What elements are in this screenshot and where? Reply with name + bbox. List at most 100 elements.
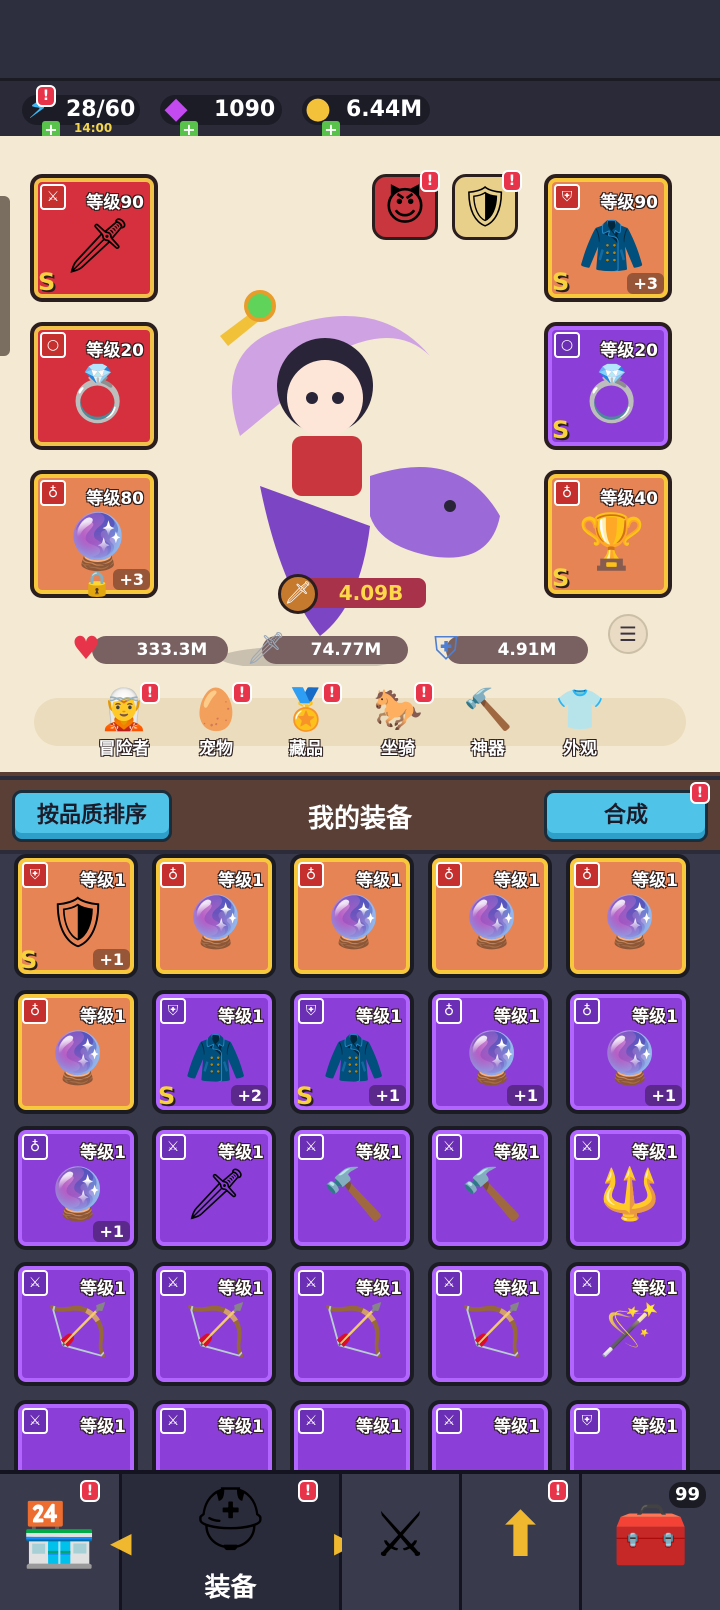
enhance-count: +1 [369, 1085, 406, 1106]
inventory-item[interactable]: ⚔ 等级1 🔨 [428, 1126, 552, 1250]
equip-slot-weapon[interactable]: ⚔ 等级90 🗡 S [30, 174, 158, 302]
inventory-item[interactable]: ⚔ 等级1 🔱 [566, 1126, 690, 1250]
attack-value: 74.77M [310, 640, 382, 660]
energy-value: 28/60 [66, 97, 136, 122]
upgrade-arrow-icon: ⬆ [494, 1498, 547, 1571]
coin-value: 6.44M [346, 97, 423, 122]
item-level: 等级1 [632, 1007, 678, 1027]
inventory-item[interactable]: ⚔ 等级1 [290, 1400, 414, 1474]
inventory-item[interactable]: ⚔ 等级1 🏹 [428, 1262, 552, 1386]
trinket-type-icon: ♁ [554, 480, 580, 506]
ring-icon: 💍 [578, 362, 646, 425]
item-type-icon: ⚔ [160, 1134, 186, 1160]
crossbow-icon: 🏹 [46, 1300, 110, 1359]
tab-battle[interactable]: ⚔ [342, 1474, 462, 1610]
energy-counter[interactable]: ⚡ + 28/60 14:00 ! [22, 85, 140, 139]
energy-alert-badge: ! [36, 85, 56, 107]
equipment-alert-badge: ! [298, 1480, 318, 1502]
weapon-type-icon: ⚔ [40, 184, 66, 210]
item-level: 等级1 [80, 871, 126, 891]
inventory-item[interactable]: ⚔ 等级1 [14, 1400, 138, 1474]
equip-slot-cloak[interactable]: ⛨ 等级90 🧥 S +3 [544, 174, 672, 302]
stats-detail-button[interactable]: ☰ [608, 614, 648, 654]
item-type-icon: ⚔ [436, 1270, 462, 1296]
inventory-item[interactable]: ♁ 等级1 🔮 [566, 854, 690, 978]
item-type-icon: ♁ [574, 998, 600, 1024]
chest-count-badge: 99 [668, 1482, 706, 1508]
equip-slot-ring-2[interactable]: ○ 等级20 💍 S [544, 322, 672, 450]
hammer-icon: 🔨 [460, 1164, 524, 1223]
item-type-icon: ⛨ [298, 998, 324, 1024]
coin-counter[interactable]: ● + 6.44M [302, 94, 430, 139]
inventory-item[interactable]: ♁ 等级1 🔮 +1 [428, 990, 552, 1114]
ring-icon: 💍 [64, 362, 132, 425]
inventory-item[interactable]: ♁ 等级1 🔮 +1 [14, 1126, 138, 1250]
item-level: 等级1 [494, 871, 540, 891]
nav-label: 宠物 [199, 739, 233, 759]
inventory-item[interactable]: ♁ 等级1 🔮 +1 [566, 990, 690, 1114]
gem-counter[interactable]: ◆ + 1090 [160, 94, 282, 139]
armor-icon: 🛡 [46, 892, 110, 951]
inventory-item[interactable]: ♁ 等级1 🔮 [152, 854, 276, 978]
sword-icon [460, 1436, 524, 1474]
armor-type-icon: ⛨ [554, 184, 580, 210]
equip-slot-ring[interactable]: ○ 等级20 💍 [30, 322, 158, 450]
nav-label: 冒险者 [98, 739, 150, 759]
chalice-icon: 🏆 [578, 510, 646, 573]
inventory-item[interactable]: ⚔ 等级1 🏹 [290, 1262, 414, 1386]
item-type-icon: ⚔ [436, 1134, 462, 1160]
demon-alert-badge: ! [420, 170, 440, 192]
item-type-icon: ⛨ [160, 998, 186, 1024]
spear-icon: 🔱 [598, 1164, 662, 1223]
inventory-item[interactable]: ⚔ 等级1 🏹 [14, 1262, 138, 1386]
shop-icon: 🏪 [20, 1498, 99, 1571]
tab-left-arrow-icon: ◀ [110, 1526, 132, 1559]
grade-label: S [552, 416, 570, 444]
inventory-item[interactable]: ⚔ 等级1 🏹 [152, 1262, 276, 1386]
nav-artifact[interactable]: 🔨 神器 [448, 686, 528, 759]
item-level: 等级1 [218, 1143, 264, 1163]
item-level: 等级1 [80, 1007, 126, 1027]
item-level: 等级1 [494, 1007, 540, 1027]
inventory-item[interactable]: ♁ 等级1 🔮 [14, 990, 138, 1114]
sword-stat-icon: 🗡 [245, 629, 287, 667]
equip-slot-necklace[interactable]: ♁ 等级80 🔮 +3 🔒 [30, 470, 158, 598]
item-level: 等级1 [218, 1007, 264, 1027]
item-level: 等级1 [218, 871, 264, 891]
item-type-icon: ⛨ [574, 1408, 600, 1434]
inventory-grid: ⛨ 等级1 🛡 S +1 ♁ 等级1 🔮 ♁ 等级1 🔮 ♁ 等级1 🔮 ♁ 等级1 🔮 ♁ 等级1 🔮 ⛨ 等级1 🧥 S +… [0, 854, 720, 1474]
inventory-item[interactable]: ♁ 等级1 🔮 [428, 854, 552, 978]
nav-outfit[interactable]: 👕 外观 [540, 686, 620, 759]
tab-shop[interactable]: 🏪 [0, 1474, 122, 1610]
inventory-item[interactable]: ⚔ 等级1 [152, 1400, 276, 1474]
item-type-icon: ⚔ [22, 1408, 48, 1434]
tab-treasure[interactable]: 🧰 99 [582, 1474, 720, 1610]
inventory-item[interactable]: ⚔ 等级1 🗡 [152, 1126, 276, 1250]
equip-slot-trinket[interactable]: ♁ 等级40 🏆 S [544, 470, 672, 598]
inventory-item[interactable]: ⛨ 等级1 🧥 S +1 [290, 990, 414, 1114]
sword-icon: 🗡 [184, 1164, 248, 1223]
item-level: 等级1 [632, 1143, 678, 1163]
inventory-item[interactable]: ⚔ 等级1 🪄 [566, 1262, 690, 1386]
inventory-item[interactable]: ⛨ 等级1 🧥 S +2 [152, 990, 276, 1114]
crossed-swords-icon: ⚔ [372, 1498, 429, 1571]
merge-alert-badge: ! [690, 782, 710, 804]
cloak-icon: 🧥 [578, 214, 646, 277]
inventory-item[interactable]: ⛨ 等级1 [566, 1400, 690, 1474]
slot-level: 等级90 [86, 193, 144, 213]
item-level: 等级1 [632, 1279, 678, 1299]
inventory-item[interactable]: ⚔ 等级1 🔨 [290, 1126, 414, 1250]
inventory-item[interactable]: ♁ 等级1 🔮 [290, 854, 414, 978]
orb-icon: 🔮 [46, 1164, 110, 1223]
inventory-item[interactable]: ⛨ 等级1 🛡 S +1 [14, 854, 138, 978]
sort-by-quality-button[interactable]: 按品质排序 [12, 790, 172, 842]
grade-label: S [38, 268, 56, 296]
nav-label: 神器 [471, 739, 505, 759]
inventory-item[interactable]: ⚔ 等级1 [428, 1400, 552, 1474]
left-edge-tab[interactable] [0, 196, 10, 356]
gem-value: 1090 [214, 97, 276, 122]
merge-button[interactable]: 合成 [544, 790, 708, 842]
item-type-icon: ⚔ [22, 1270, 48, 1296]
crossbow-icon: 🏹 [460, 1300, 524, 1359]
item-type-icon: ♁ [160, 862, 186, 888]
